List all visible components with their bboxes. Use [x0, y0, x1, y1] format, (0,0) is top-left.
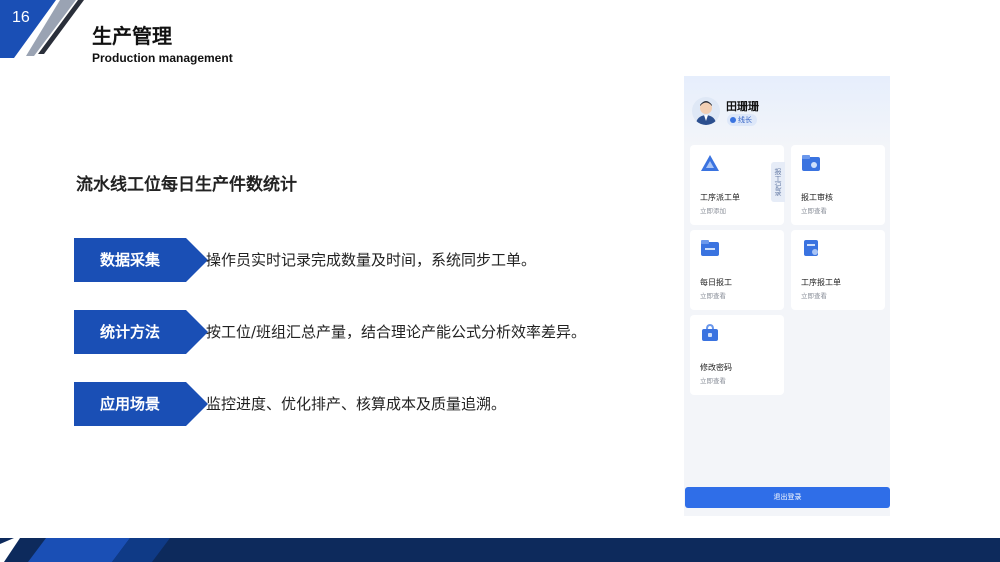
card-sub-label: 立即查看: [700, 377, 726, 385]
dispatch-triangle-icon: [701, 155, 719, 171]
info-row-application: 应用场景 监控进度、优化排产、核算成本及质量追溯。: [74, 382, 634, 426]
card-sub-label: 立即添加: [700, 207, 726, 215]
user-name: 田珊珊: [726, 100, 759, 113]
card-change-password[interactable]: 修改密码 立即查看: [690, 315, 784, 395]
row-tag-arrow: [186, 238, 208, 282]
card-label: 每日报工: [700, 278, 732, 287]
section-heading: 流水线工位每日生产件数统计: [76, 175, 297, 195]
card-process-report[interactable]: 工序报工单 立即查看: [791, 230, 885, 310]
row-tag-arrow: [186, 382, 208, 426]
row-description: 按工位/班组汇总产量，结合理论产能公式分析效率差异。: [206, 323, 587, 341]
row-tag-arrow: [186, 310, 208, 354]
user-avatar-icon: [696, 101, 716, 125]
card-sub-label: 立即查看: [801, 207, 827, 215]
row-description: 操作员实时记录完成数量及时间，系统同步工单。: [206, 251, 537, 269]
card-sub-label: 立即查看: [700, 292, 726, 300]
card-sub-label: 立即查看: [801, 292, 827, 300]
info-row-statistics-method: 统计方法 按工位/班组汇总产量，结合理论产能公式分析效率差异。: [74, 310, 634, 354]
row-tag-label: 应用场景: [99, 395, 160, 413]
row-description: 监控进度、优化排产、核算成本及质量追溯。: [206, 395, 507, 413]
role-badge: 线长: [727, 114, 757, 126]
card-process-dispatch[interactable]: 工序派工单 立即添加: [690, 145, 784, 225]
logout-button[interactable]: 退出登录: [685, 487, 890, 508]
card-label: 修改密码: [700, 363, 732, 372]
process-report-doc-icon: [804, 240, 818, 256]
footer-band: [0, 538, 1000, 562]
card-label: 工序报工单: [801, 278, 841, 287]
row-tag-label: 数据采集: [99, 251, 160, 269]
card-report-review[interactable]: 报工审核 立即查看: [791, 145, 885, 225]
user-avatar[interactable]: [692, 97, 720, 125]
page-number: 16: [12, 9, 30, 26]
daily-report-folder-icon: [701, 240, 719, 256]
card-label: 报工审核: [801, 193, 833, 202]
page-title: 生产管理: [92, 24, 172, 48]
phone-screenshot: 田珊珊 线长 工序派工单 立即添加 报工审核 立即查看 每日报工 立即查看 工序…: [684, 76, 890, 516]
password-bag-icon: [702, 324, 718, 341]
report-record-side-tab[interactable]: 报工记录: [771, 162, 785, 202]
role-label: 线长: [738, 116, 752, 124]
page-subtitle: Production management: [92, 51, 233, 65]
review-folder-icon: [802, 155, 820, 171]
card-label: 工序派工单: [700, 193, 740, 202]
card-daily-report[interactable]: 每日报工 立即查看: [690, 230, 784, 310]
row-tag-label: 统计方法: [99, 323, 160, 341]
role-icon: [730, 117, 736, 123]
phone-profile-header: 田珊珊 线长: [684, 76, 890, 146]
info-row-data-collection: 数据采集 操作员实时记录完成数量及时间，系统同步工单。: [74, 238, 634, 282]
